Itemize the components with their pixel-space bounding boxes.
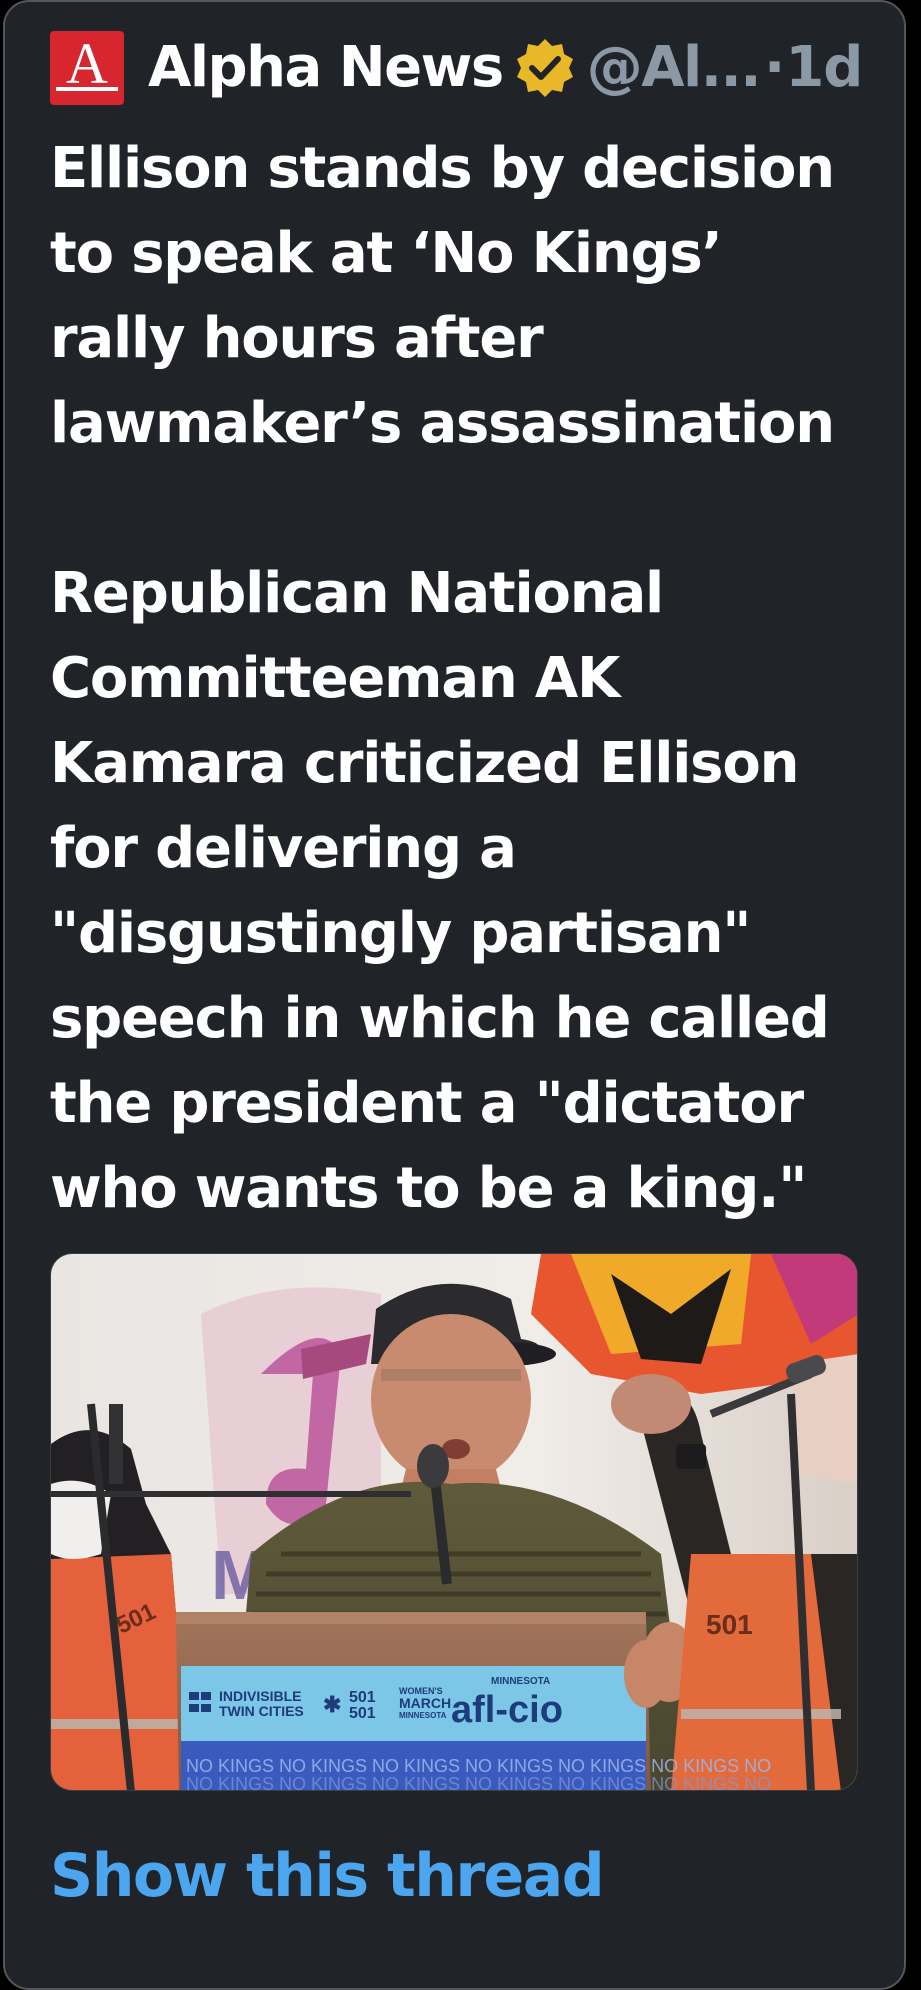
sign-afl-cio: afl-cio [451,1689,563,1731]
alpha-news-logo[interactable]: A [50,31,124,105]
tweet-timestamp[interactable]: 1d [785,40,863,96]
tweet-headline: Ellison stands by decision to speak at ‘… [50,136,835,456]
sign-501-top: 501 [349,1689,376,1706]
sign-501-bottom: 501 [349,1705,376,1722]
sign-twin-cities: TWIN CITIES [219,1703,304,1719]
banner-no-kings-1: NO KINGS NO KINGS NO KINGS NO KINGS NO K… [186,1756,771,1776]
logo-letter: A [66,31,108,96]
sign-minnesota-small: MINNESOTA [399,1711,447,1720]
show-this-thread-link[interactable]: Show this thread [50,1846,605,1906]
verified-badge-icon [513,36,577,100]
tweet-header: A Alpha News @Al... · 1d [50,30,870,106]
author-name[interactable]: Alpha News [148,40,504,96]
svg-text:✱: ✱ [323,1692,341,1717]
author-handle[interactable]: @Al... [587,40,762,96]
sign-indivisible: INDIVISIBLE [219,1688,301,1704]
sign-march: MARCH [399,1695,451,1711]
tweet-body: Republican National Committeeman AK Kama… [50,561,830,1221]
banner-no-kings-2: NO KINGS NO KINGS NO KINGS NO KINGS NO K… [186,1774,771,1791]
header-separator: · [764,35,786,100]
tweet-media-image[interactable]: M 501 501 INDIVISIBLE TWIN CITIES ✱ 501 … [50,1253,858,1791]
vest-number-right: 501 [706,1609,753,1640]
sign-minnesota-top: MINNESOTA [491,1676,550,1687]
tweet-text: Ellison stands by decision to speak at ‘… [50,126,880,1231]
